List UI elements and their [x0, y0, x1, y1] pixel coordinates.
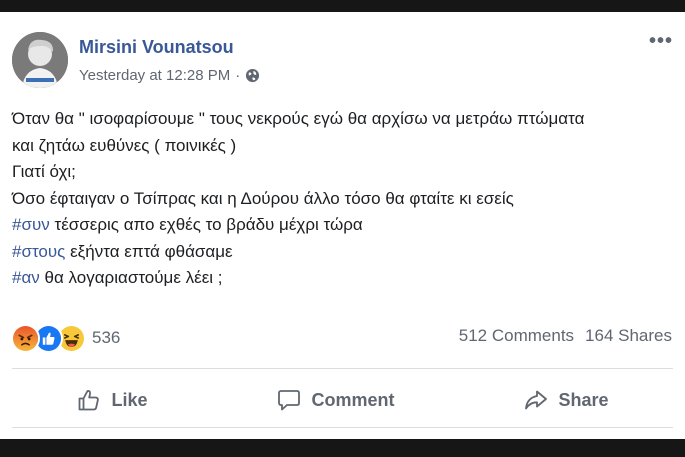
post-line: #αν θα λογαριαστούμε λέει ;: [12, 265, 677, 292]
share-arrow-icon: [523, 387, 549, 413]
share-button[interactable]: Share: [523, 387, 609, 413]
post-line: Όσο έφταιγαν ο Τσίπρας και η Δούρου άλλο…: [12, 186, 677, 213]
post-line-text: Γιατί όχι;: [12, 162, 76, 181]
reactions-summary[interactable]: 536: [11, 323, 120, 353]
comments-count[interactable]: 512 Comments: [459, 326, 574, 346]
hashtag-link[interactable]: #συν: [12, 215, 50, 234]
shares-count[interactable]: 164 Shares: [585, 326, 672, 346]
meta-separator: ·: [235, 67, 241, 84]
hashtag-link[interactable]: #στους: [12, 242, 65, 261]
post-line: Γιατί όχι;: [12, 159, 677, 186]
hashtag-link[interactable]: #αν: [12, 268, 40, 287]
like-label: Like: [111, 389, 148, 410]
actions-divider: [12, 368, 673, 369]
post-line: #στους εξήντα επτά φθάσαμε: [12, 239, 677, 266]
post-line-text: θα λογαριαστούμε λέει ;: [39, 268, 223, 287]
angry-reaction-icon: [11, 323, 40, 353]
post-card: Mirsini Vounatsou Yesterday at 12:28 PM …: [0, 12, 685, 439]
more-options-button[interactable]: •••: [649, 30, 673, 53]
post-body: Όταν θα " ισοφαρίσουμε " τους νεκρούς εγ…: [12, 106, 677, 292]
like-button[interactable]: Like: [76, 387, 148, 413]
post-line: και ζητάω ευθύνες ( ποινικές ): [12, 133, 677, 160]
globe-icon[interactable]: [245, 68, 260, 83]
avatar[interactable]: [12, 32, 68, 88]
bottom-divider: [12, 427, 673, 428]
post-line: #συν τέσσερις απο εχθές το βράδυ μέχρι τ…: [12, 212, 677, 239]
speech-bubble-icon: [276, 387, 302, 413]
post-line-text: Όταν θα " ισοφαρίσουμε " τους νεκρούς εγ…: [12, 109, 585, 128]
post-meta: Yesterday at 12:28 PM ·: [79, 67, 260, 84]
post-actions: Like Comment Share: [12, 379, 673, 421]
top-frame: [0, 0, 685, 12]
share-label: Share: [558, 389, 609, 410]
post-line-text: τέσσερις απο εχθές το βράδυ μέχρι τώρα: [49, 215, 363, 234]
post-line-text: Όσο έφταιγαν ο Τσίπρας και η Δούρου άλλο…: [12, 188, 514, 208]
comment-button[interactable]: Comment: [276, 387, 395, 413]
author-name[interactable]: Mirsini Vounatsou: [79, 37, 234, 58]
post-stats: 512 Comments 164 Shares: [459, 326, 672, 346]
post-line-text: εξήντα επτά φθάσαμε: [65, 241, 233, 261]
post-line-text: και ζητάω ευθύνες ( ποινικές ): [12, 135, 237, 155]
reaction-count[interactable]: 536: [92, 328, 120, 348]
thumbs-up-icon: [76, 387, 102, 413]
comment-label: Comment: [311, 389, 395, 410]
post-line: Όταν θα " ισοφαρίσουμε " τους νεκρούς εγ…: [12, 106, 677, 133]
bottom-frame: [0, 439, 685, 457]
timestamp[interactable]: Yesterday at 12:28 PM: [79, 67, 230, 84]
